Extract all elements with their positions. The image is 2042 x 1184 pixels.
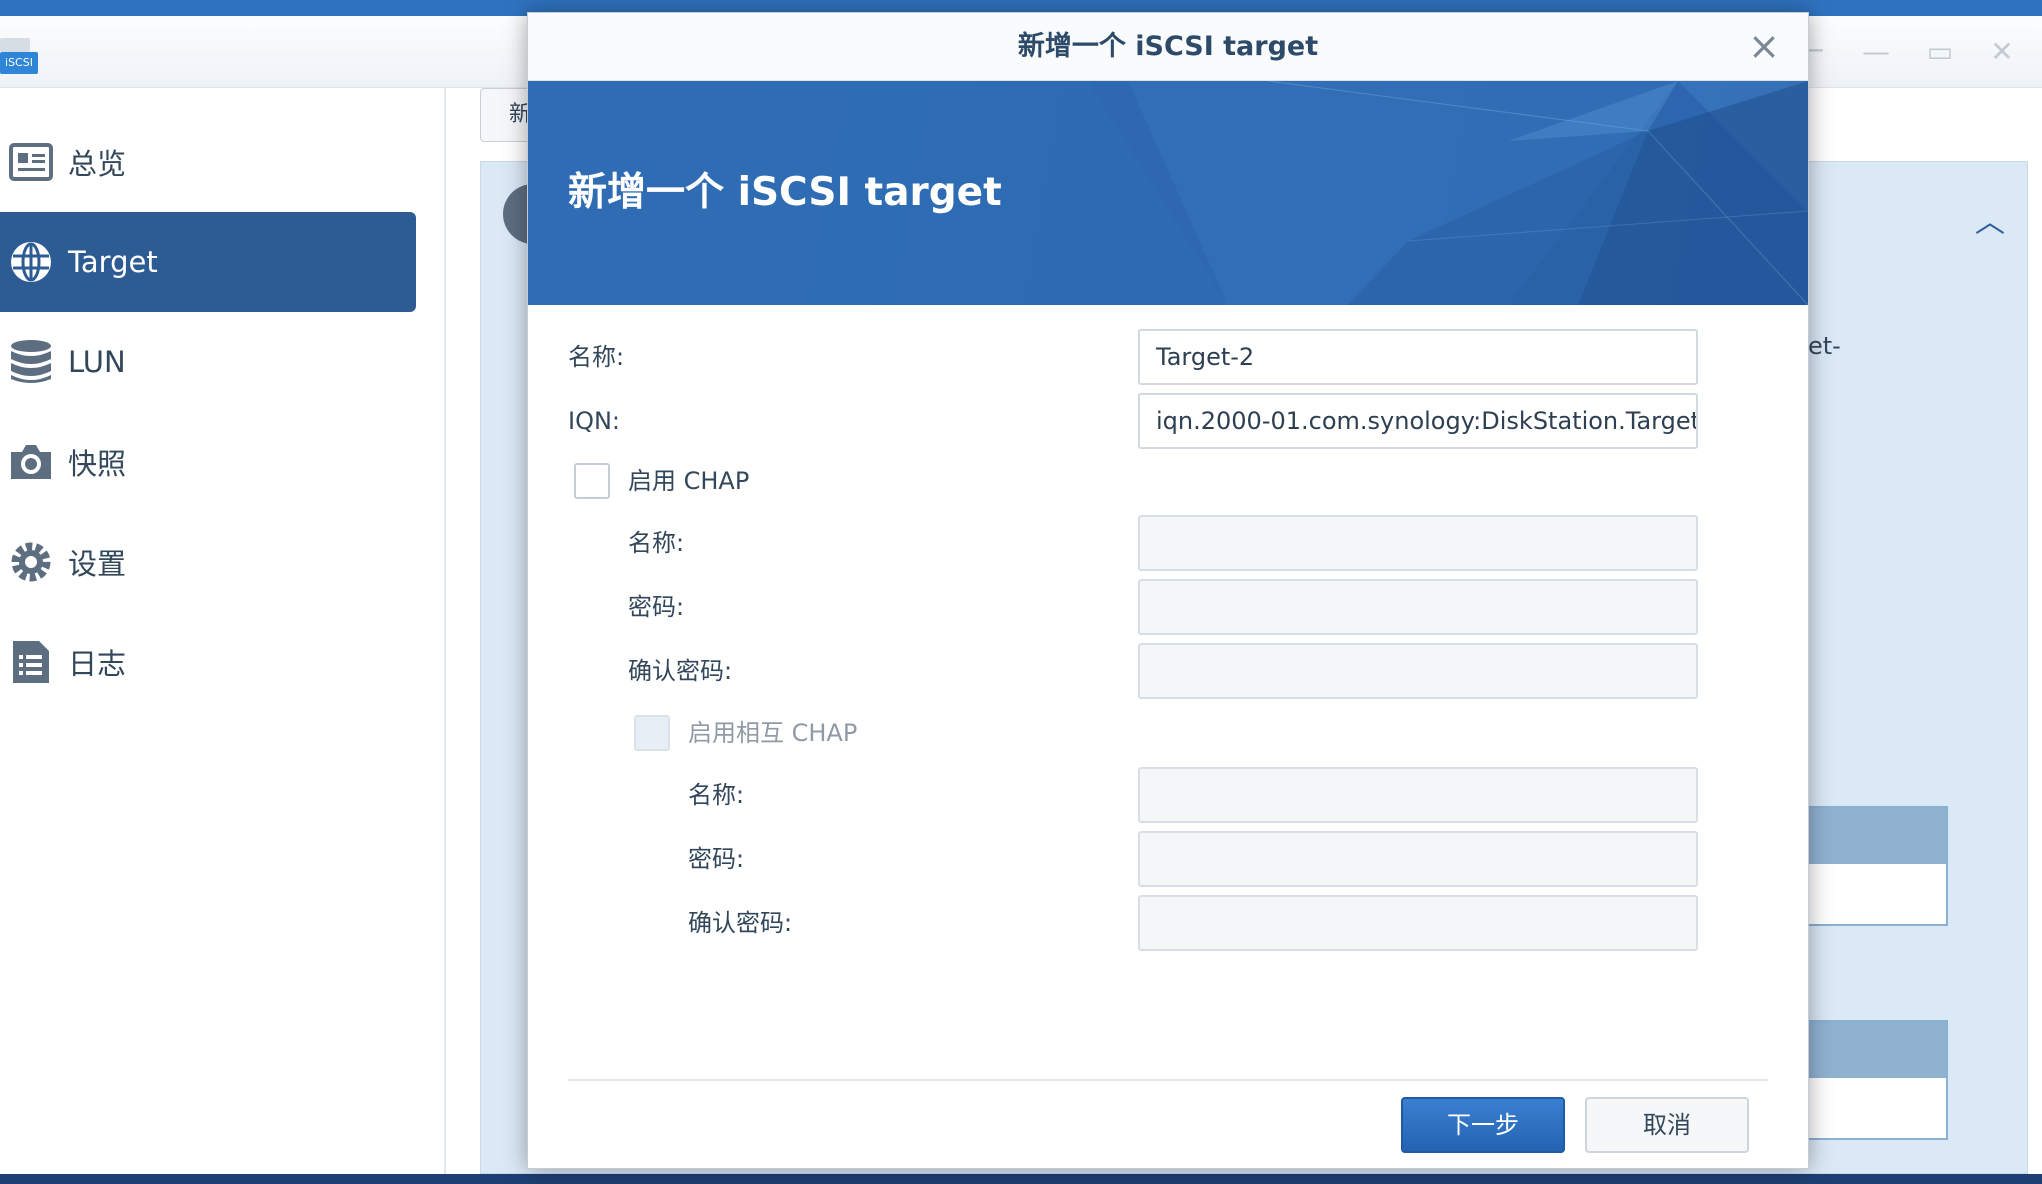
- mutual-chap-name-label: 名称:: [688, 781, 745, 809]
- sidebar-item-target[interactable]: Target: [0, 212, 416, 312]
- overview-icon: [8, 139, 54, 185]
- database-icon: [8, 339, 54, 385]
- chap-name-input[interactable]: [1138, 515, 1698, 571]
- chap-password-input[interactable]: [1138, 579, 1698, 635]
- enable-chap-label[interactable]: 启用 CHAP: [628, 461, 749, 501]
- iqn-input[interactable]: iqn.2000-01.com.synology:DiskStation.Tar…: [1138, 393, 1698, 449]
- footer-divider: [568, 1079, 1768, 1081]
- desktop-bottom-bar: [0, 1174, 2042, 1184]
- sidebar-item-label: Target: [68, 245, 158, 279]
- chap-confirm-password-label: 确认密码:: [628, 657, 733, 685]
- sidebar-item-snapshot[interactable]: 快照: [0, 412, 416, 512]
- app-icon-label: iSCSI: [0, 52, 38, 74]
- camera-icon: [8, 439, 54, 485]
- info-panel: [1790, 806, 1948, 926]
- sidebar-item-settings[interactable]: 设置: [0, 512, 416, 612]
- sidebar-item-lun[interactable]: LUN: [0, 312, 416, 412]
- iscsi-app-icon: iSCSI: [0, 38, 40, 78]
- mutual-chap-confirm-password-label: 确认密码:: [688, 909, 793, 937]
- mutual-chap-confirm-password-input[interactable]: [1138, 895, 1698, 951]
- banner-title: 新增一个 iSCSI target: [568, 170, 1002, 215]
- target-info-text: et-: [1808, 332, 1841, 360]
- dialog-banner: 新增一个 iSCSI target: [528, 81, 1808, 305]
- minimize-icon[interactable]: —: [1858, 34, 1894, 70]
- enable-chap-checkbox[interactable]: [574, 463, 610, 499]
- gear-icon: [8, 539, 54, 585]
- dialog-title: 新增一个 iSCSI target: [1017, 31, 1319, 62]
- iqn-label: IQN:: [568, 407, 621, 435]
- close-icon[interactable]: ✕: [1984, 34, 2020, 70]
- sidebar-item-label: 日志: [68, 647, 127, 681]
- mutual-chap-name-input[interactable]: [1138, 767, 1698, 823]
- chap-name-label: 名称:: [628, 529, 685, 557]
- sidebar: 总览 Target LUN 快照 设置 日志: [0, 88, 446, 1174]
- sidebar-item-log[interactable]: 日志: [0, 612, 416, 712]
- mutual-chap-password-input[interactable]: [1138, 831, 1698, 887]
- create-target-dialog: 新增一个 iSCSI target × 新增一个 iSCSI target 名称…: [527, 12, 1809, 1169]
- sidebar-item-label: 总览: [68, 147, 127, 181]
- target-name-input[interactable]: Target-2: [1138, 329, 1698, 385]
- log-list-icon: [8, 639, 54, 685]
- chevron-up-icon[interactable]: ︿: [1975, 208, 2005, 238]
- enable-mutual-chap-checkbox[interactable]: [634, 715, 670, 751]
- globe-icon: [8, 239, 54, 285]
- enable-mutual-chap-label[interactable]: 启用相互 CHAP: [688, 713, 857, 753]
- sidebar-item-label: 快照: [68, 447, 127, 481]
- chap-password-label: 密码:: [628, 593, 685, 621]
- next-button[interactable]: 下一步: [1401, 1097, 1565, 1153]
- close-icon[interactable]: ×: [1746, 27, 1782, 65]
- name-label: 名称:: [568, 343, 625, 371]
- cancel-button[interactable]: 取消: [1585, 1097, 1749, 1153]
- dialog-titlebar: 新增一个 iSCSI target ×: [528, 13, 1808, 81]
- mutual-chap-password-label: 密码:: [688, 845, 745, 873]
- info-panel: [1790, 1020, 1948, 1140]
- sidebar-item-label: 设置: [68, 547, 127, 581]
- chap-confirm-password-input[interactable]: [1138, 643, 1698, 699]
- sidebar-item-label: LUN: [68, 345, 126, 379]
- maximize-icon[interactable]: ▭: [1922, 34, 1958, 70]
- sidebar-item-overview[interactable]: 总览: [0, 112, 416, 212]
